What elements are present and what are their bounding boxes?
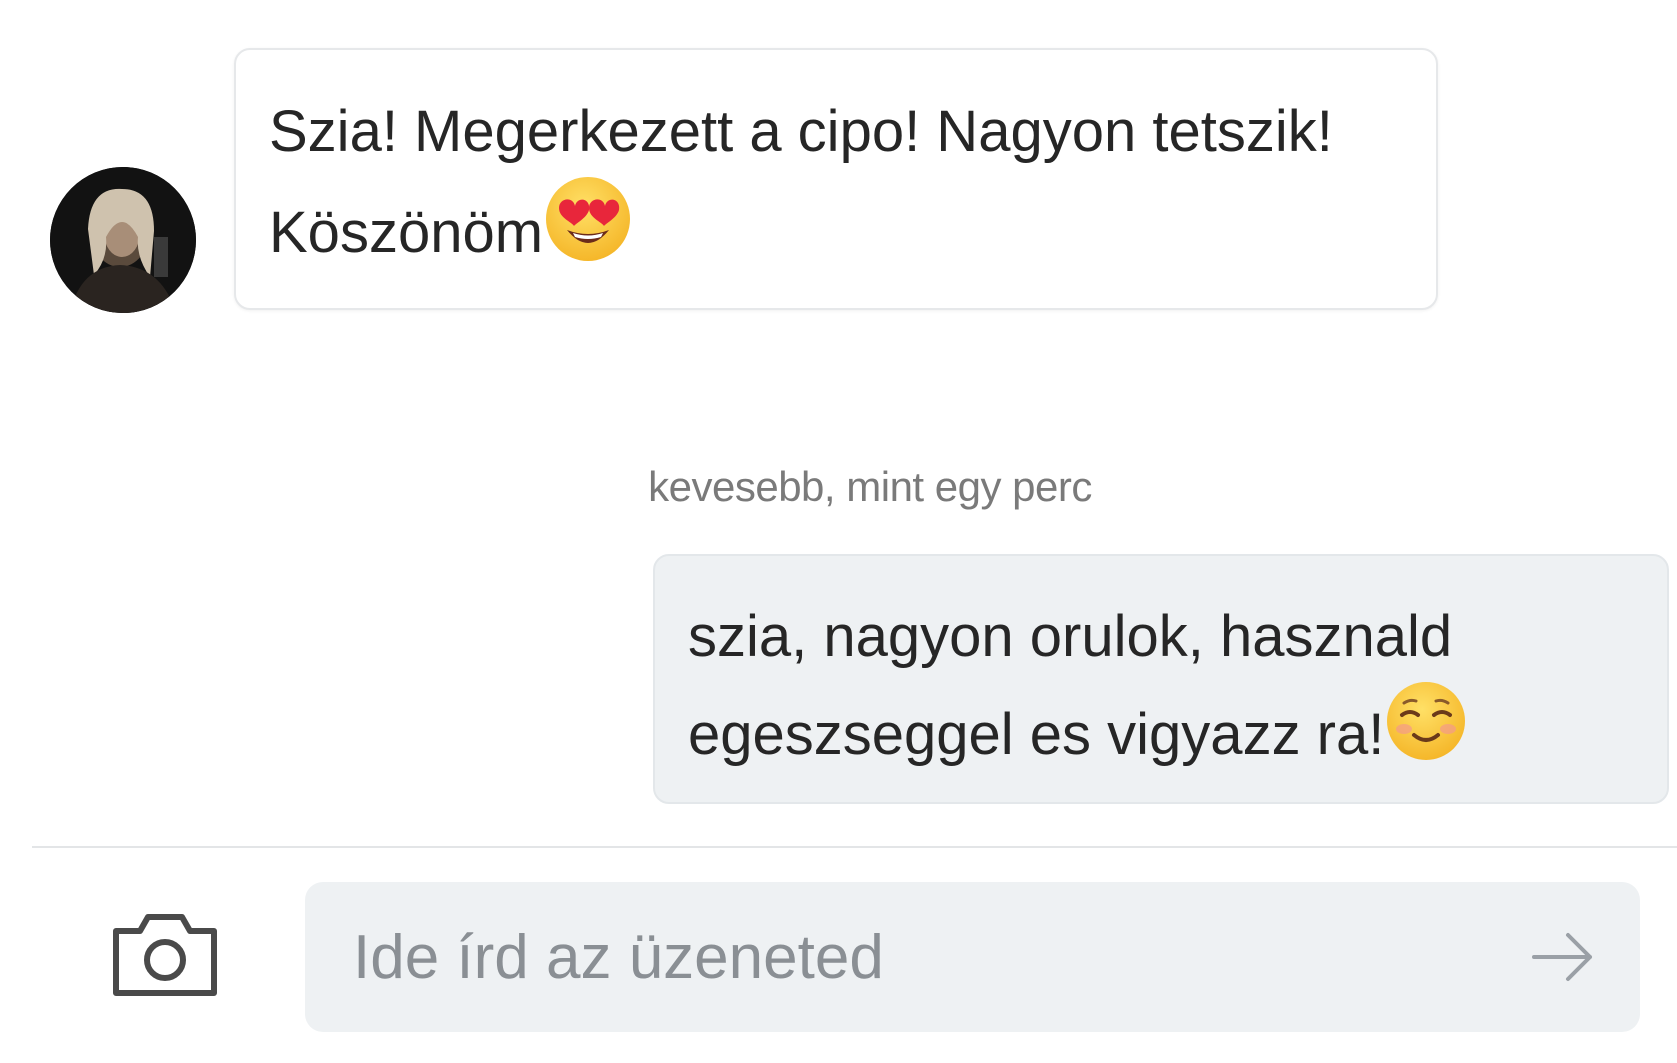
send-button[interactable] [1530, 925, 1596, 989]
incoming-message-bubble: Szia! Megerkezett a cipo! Nagyon tetszik… [234, 48, 1438, 310]
avatar-photo [50, 167, 196, 313]
sender-avatar[interactable] [50, 167, 196, 313]
smiling-face-emoji-icon [1384, 679, 1468, 790]
composer-divider [32, 846, 1677, 848]
arrow-right-icon [1532, 933, 1592, 981]
chat-screen: Szia! Megerkezett a cipo! Nagyon tetszik… [0, 0, 1677, 1063]
outgoing-message-text: szia, nagyon orulok, hasznald egeszsegge… [688, 604, 1453, 767]
message-timestamp: kevesebb, mint egy perc [648, 463, 1092, 510]
message-input[interactable] [305, 882, 1640, 1032]
heart-eyes-emoji-icon [543, 174, 633, 291]
outgoing-message-bubble: szia, nagyon orulok, hasznald egeszsegge… [653, 554, 1669, 804]
camera-icon [113, 914, 217, 996]
incoming-message-text: Szia! Megerkezett a cipo! Nagyon tetszik… [269, 99, 1333, 265]
camera-button[interactable] [110, 905, 220, 1000]
